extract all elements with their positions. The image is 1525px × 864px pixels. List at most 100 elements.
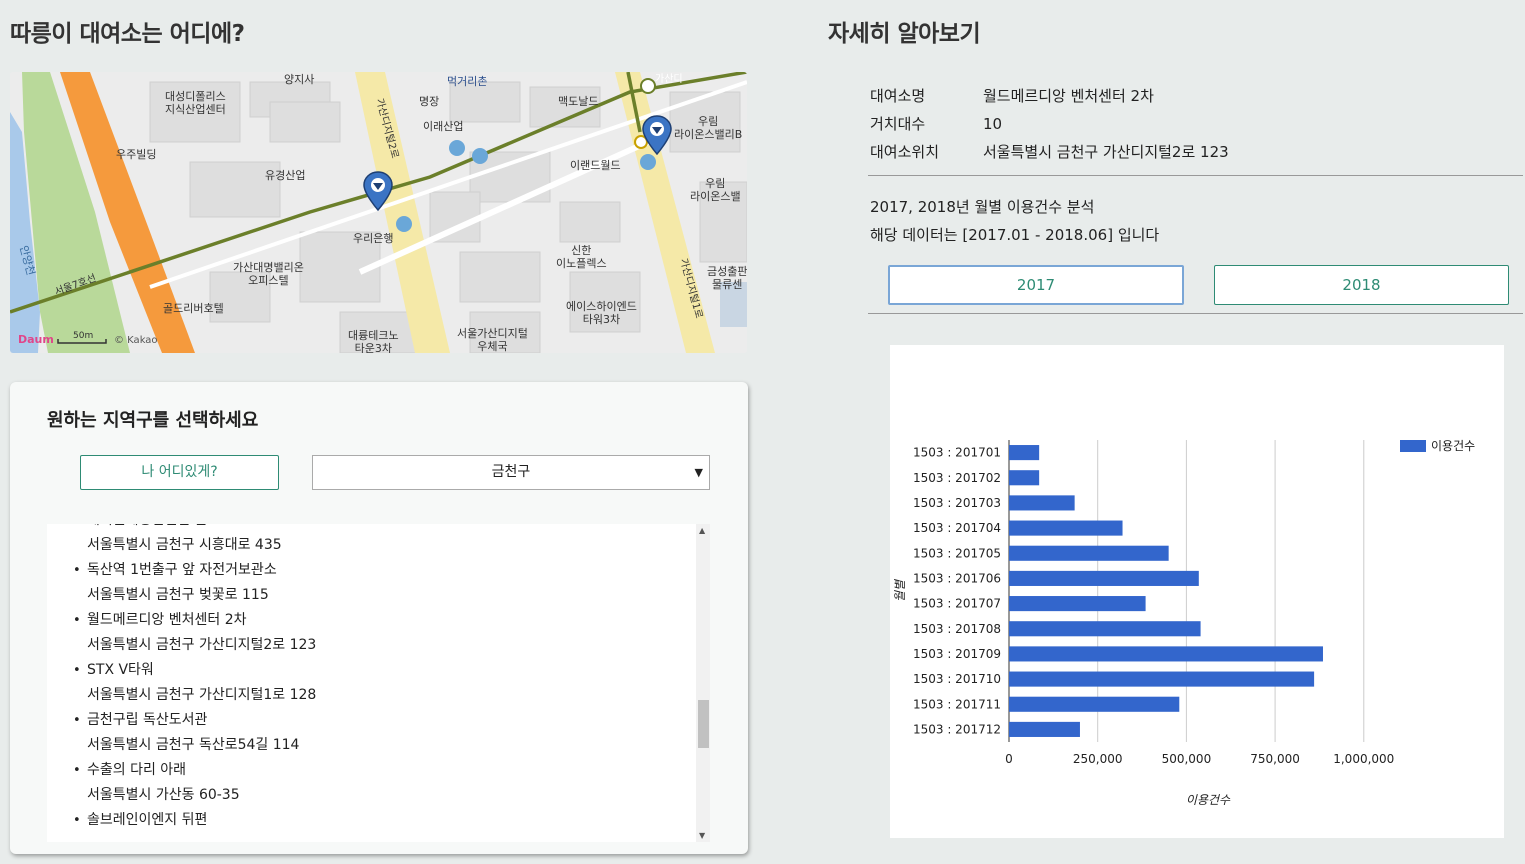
x-tick-label: 0 <box>1005 752 1013 766</box>
panel-title: 원하는 지역구를 선택하세요 <box>47 410 259 431</box>
station-list-address: 서울특별시 금천구 가산디지털1로 128 <box>87 687 317 703</box>
y-tick-label: 1503 : 201707 <box>913 597 1001 611</box>
legend-label: 이용건수 <box>1431 439 1475 453</box>
x-tick-label: 1,000,000 <box>1333 752 1394 766</box>
map-label: 대성디폴리스 지식산업센터 <box>165 90 226 116</box>
station-list-item[interactable]: 독산역 1번출구 앞 자전거보관소 <box>47 558 692 583</box>
station-info: 대여소명 월드메르디앙 벤처센터 2차 거치대수 10 대여소위치 서울특별시 … <box>870 82 1510 166</box>
info-value: 10 <box>983 115 1003 133</box>
y-tick-label: 1503 : 201710 <box>913 672 1001 686</box>
map-label: 금성출판 물류센 <box>707 265 747 291</box>
chart-canvas: 0 250,000 500,000 750,000 1,000,000 1503 : 20… <box>893 439 1475 807</box>
y-tick-label: 1503 : 201708 <box>913 622 1001 636</box>
station-list-item[interactable]: STX V타워 <box>47 658 692 683</box>
year-2017-button[interactable]: 2017 <box>888 265 1184 305</box>
station-list[interactable]: 에이원웨딩컨벤션 앞서울특별시 금천구 시흥대로 435 독산역 1번출구 앞 자… <box>47 524 710 842</box>
map-label: 명장 <box>419 95 440 108</box>
map-label: 우주빌딩 <box>116 148 157 161</box>
station-list-address: 서울특별시 가산동 60-35 <box>87 787 240 803</box>
map-label: 맥도날드 <box>558 95 599 108</box>
map-label: 이랜드월드 <box>570 159 621 172</box>
y-tick-label: 1503 : 201709 <box>913 647 1001 661</box>
station-list-item[interactable]: 수출의 다리 아래 <box>47 758 692 783</box>
map-label: 우리은행 <box>353 232 394 245</box>
bar <box>1009 596 1146 612</box>
info-row-location: 대여소위치 서울특별시 금천구 가산디지털2로 123 <box>870 138 1510 166</box>
map-heading: 따릉이 대여소는 어디에? <box>10 21 245 47</box>
bar <box>1009 495 1075 511</box>
map-copyright: © Kakao <box>114 335 158 346</box>
map-label: 신한 이노플렉스 <box>556 244 607 270</box>
info-row-name: 대여소명 월드메르디앙 벤처센터 2차 <box>870 82 1510 110</box>
station-list-address: 서울특별시 금천구 시흥대로 435 <box>87 537 282 553</box>
station-list-address: 서울특별시 금천구 벚꽃로 115 <box>87 587 269 603</box>
info-row-docks: 거치대수 10 <box>870 110 1510 138</box>
analysis-range: 해당 데이터는 [2017.01 - 2018.06] 입니다 <box>870 226 1160 244</box>
station-list-item[interactable]: 에이원웨딩컨벤션 앞 <box>47 524 692 533</box>
legend-swatch <box>1400 440 1426 452</box>
map-scale: 50m <box>73 331 94 341</box>
station-list-item[interactable]: 월드메르디앙 벤처센터 2차 <box>47 608 692 633</box>
usage-chart: 0 250,000 500,000 750,000 1,000,000 1503 : 20… <box>890 345 1504 838</box>
map-label: 대륭테크노 타운3차 <box>348 329 399 353</box>
scroll-down-icon[interactable]: ▼ <box>699 831 705 840</box>
info-value: 월드메르디앙 벤처센터 2차 <box>983 87 1154 105</box>
scroll-up-icon[interactable]: ▲ <box>699 526 705 535</box>
y-tick-label: 1503 : 201704 <box>913 521 1001 535</box>
map-label: 가산디 <box>655 74 683 85</box>
year-2018-button[interactable]: 2018 <box>1214 265 1509 305</box>
map-label: 유경산업 <box>265 169 306 182</box>
y-tick-label: 1503 : 201701 <box>913 446 1001 460</box>
bar <box>1009 570 1199 586</box>
bar <box>1009 621 1201 637</box>
bar <box>1009 671 1315 687</box>
map-label: 이래산업 <box>423 120 464 133</box>
x-axis-title: 이용건수 <box>1186 793 1231 807</box>
station-list-address: 서울특별시 금천구 독산로54길 114 <box>87 737 300 753</box>
map-label: 우림 라이온스밸 <box>690 177 741 203</box>
bar <box>1009 696 1180 712</box>
y-tick-label: 1503 : 201703 <box>913 496 1001 510</box>
scroll-thumb[interactable] <box>698 700 709 748</box>
y-tick-label: 1503 : 201705 <box>913 546 1001 560</box>
x-tick-label: 250,000 <box>1073 752 1123 766</box>
bar <box>1009 545 1169 561</box>
details-heading: 자세히 알아보기 <box>828 21 981 47</box>
station-list-item[interactable]: 금천구립 독산도서관 <box>47 708 692 733</box>
y-tick-label: 1503 : 201712 <box>913 722 1001 736</box>
bar <box>1009 445 1040 461</box>
map-label: 서울가산디지털 우체국 <box>457 327 528 353</box>
map-label: 가산대명밸리온 오피스텔 <box>233 261 304 287</box>
bar <box>1009 646 1323 662</box>
station-map[interactable]: 양지사 먹거리촌 명장 맥도날드 대성디폴리스 지식산업센터 이래산업 우림 라… <box>10 72 747 353</box>
y-tick-label: 1503 : 201702 <box>913 471 1001 485</box>
bar <box>1009 721 1080 737</box>
analysis-title: 2017, 2018년 월별 이용건수 분석 <box>870 198 1095 216</box>
station-list-item[interactable]: 솔브레인이엔지 뒤편 <box>47 808 692 833</box>
district-panel: 원하는 지역구를 선택하세요 나 어디있게? 금천구 ▼ 에이원웨딩컨벤션 앞서… <box>10 382 748 854</box>
bar <box>1009 470 1040 486</box>
station-list-address: 서울특별시 금천구 가산디지털2로 123 <box>87 637 317 653</box>
district-select-value: 금천구 <box>491 464 531 480</box>
info-key: 대여소위치 <box>870 143 940 161</box>
divider <box>868 313 1523 314</box>
map-label: 양지사 <box>284 73 315 86</box>
bar <box>1009 520 1123 536</box>
x-tick-label: 500,000 <box>1162 752 1212 766</box>
district-select[interactable]: 금천구 ▼ <box>312 455 710 490</box>
info-value: 서울특별시 금천구 가산디지털2로 123 <box>983 143 1229 161</box>
map-label: 골드리버호텔 <box>163 302 224 315</box>
list-scrollbar[interactable]: ▲ ▼ <box>696 524 710 842</box>
locate-me-button[interactable]: 나 어디있게? <box>80 455 279 490</box>
info-key: 대여소명 <box>870 87 926 105</box>
map-label: 우림 라이온스밸리B <box>674 115 743 141</box>
chevron-down-icon: ▼ <box>694 466 703 479</box>
map-label: 에이스하이엔드 타워3차 <box>566 300 637 326</box>
y-axis-title: 월별 <box>893 579 907 602</box>
y-tick-label: 1503 : 201711 <box>913 697 1001 711</box>
map-logo: Daum <box>18 333 54 346</box>
divider <box>868 175 1523 176</box>
map-label: 먹거리촌 <box>447 75 488 88</box>
x-tick-label: 750,000 <box>1250 752 1300 766</box>
info-key: 거치대수 <box>870 115 926 133</box>
